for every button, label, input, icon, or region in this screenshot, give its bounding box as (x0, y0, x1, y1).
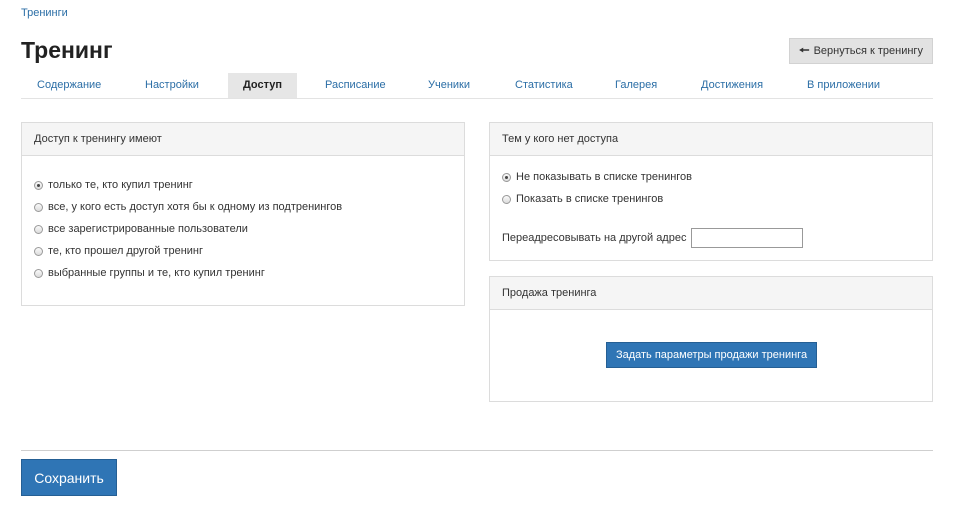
tab-content[interactable]: Содержание (37, 73, 101, 98)
back-button-label: Вернуться к тренингу (813, 45, 923, 57)
no-access-option-hide[interactable]: Не показывать в списке тренингов (502, 171, 692, 183)
page-title: Тренинг (21, 37, 113, 63)
sale-panel-title: Продажа тренинга (490, 277, 932, 310)
radio-icon[interactable] (34, 202, 43, 212)
access-option-registered[interactable]: все зарегистрированные пользователи (34, 223, 248, 235)
access-option-groups[interactable]: выбранные группы и те, кто купил тренинг (34, 267, 265, 279)
no-access-panel: Тем у кого нет доступа Не показывать в с… (489, 122, 933, 261)
tab-achievements[interactable]: Достижения (701, 73, 763, 98)
tab-statistics[interactable]: Статистика (515, 73, 573, 98)
radio-icon[interactable] (34, 246, 43, 256)
access-panel-title: Доступ к тренингу имеют (22, 123, 464, 156)
tab-students[interactable]: Ученики (428, 73, 470, 98)
tab-in-app[interactable]: В приложении (807, 73, 880, 98)
tab-bar: Содержание Настройки Доступ Расписание У… (21, 73, 933, 99)
footer-divider (21, 450, 933, 451)
radio-icon[interactable] (502, 194, 511, 204)
arrow-left-icon: 🠔 (799, 42, 810, 57)
access-option-label: все, у кого есть доступ хотя бы к одному… (48, 201, 343, 213)
tab-access[interactable]: Доступ (228, 73, 297, 98)
radio-icon[interactable] (34, 180, 43, 190)
tab-settings[interactable]: Настройки (145, 73, 199, 98)
radio-icon[interactable] (34, 224, 43, 234)
tab-gallery[interactable]: Галерея (615, 73, 657, 98)
sale-panel: Продажа тренинга Задать параметры продаж… (489, 276, 933, 402)
access-panel: Доступ к тренингу имеют только те, кто к… (21, 122, 465, 306)
redirect-url-input[interactable] (691, 228, 804, 248)
radio-icon[interactable] (34, 268, 43, 278)
no-access-option-show[interactable]: Показать в списке тренингов (502, 193, 663, 205)
save-button[interactable]: Сохранить (21, 459, 117, 496)
no-access-option-label: Не показывать в списке тренингов (516, 171, 693, 183)
tab-schedule[interactable]: Расписание (325, 73, 386, 98)
access-option-label: выбранные группы и те, кто купил тренинг (48, 267, 265, 279)
radio-icon[interactable] (502, 172, 511, 182)
access-option-purchased[interactable]: только те, кто купил тренинг (34, 179, 193, 191)
no-access-option-label: Показать в списке тренингов (516, 193, 664, 205)
access-option-label: только те, кто купил тренинг (48, 179, 193, 191)
access-option-label: все зарегистрированные пользователи (48, 223, 248, 235)
set-sale-params-button[interactable]: Задать параметры продажи тренинга (606, 342, 817, 368)
no-access-panel-title: Тем у кого нет доступа (490, 123, 932, 156)
access-option-other-training[interactable]: те, кто прошел другой тренинг (34, 245, 203, 257)
redirect-label: Переадресовывать на другой адрес (502, 232, 687, 244)
breadcrumb-trainings[interactable]: Тренинги (21, 7, 68, 19)
redirect-row: Переадресовывать на другой адрес (502, 228, 804, 248)
access-option-label: те, кто прошел другой тренинг (48, 245, 203, 257)
back-to-training-button[interactable]: 🠔 Вернуться к тренингу (789, 38, 933, 64)
access-option-subtrainings[interactable]: все, у кого есть доступ хотя бы к одному… (34, 201, 342, 213)
